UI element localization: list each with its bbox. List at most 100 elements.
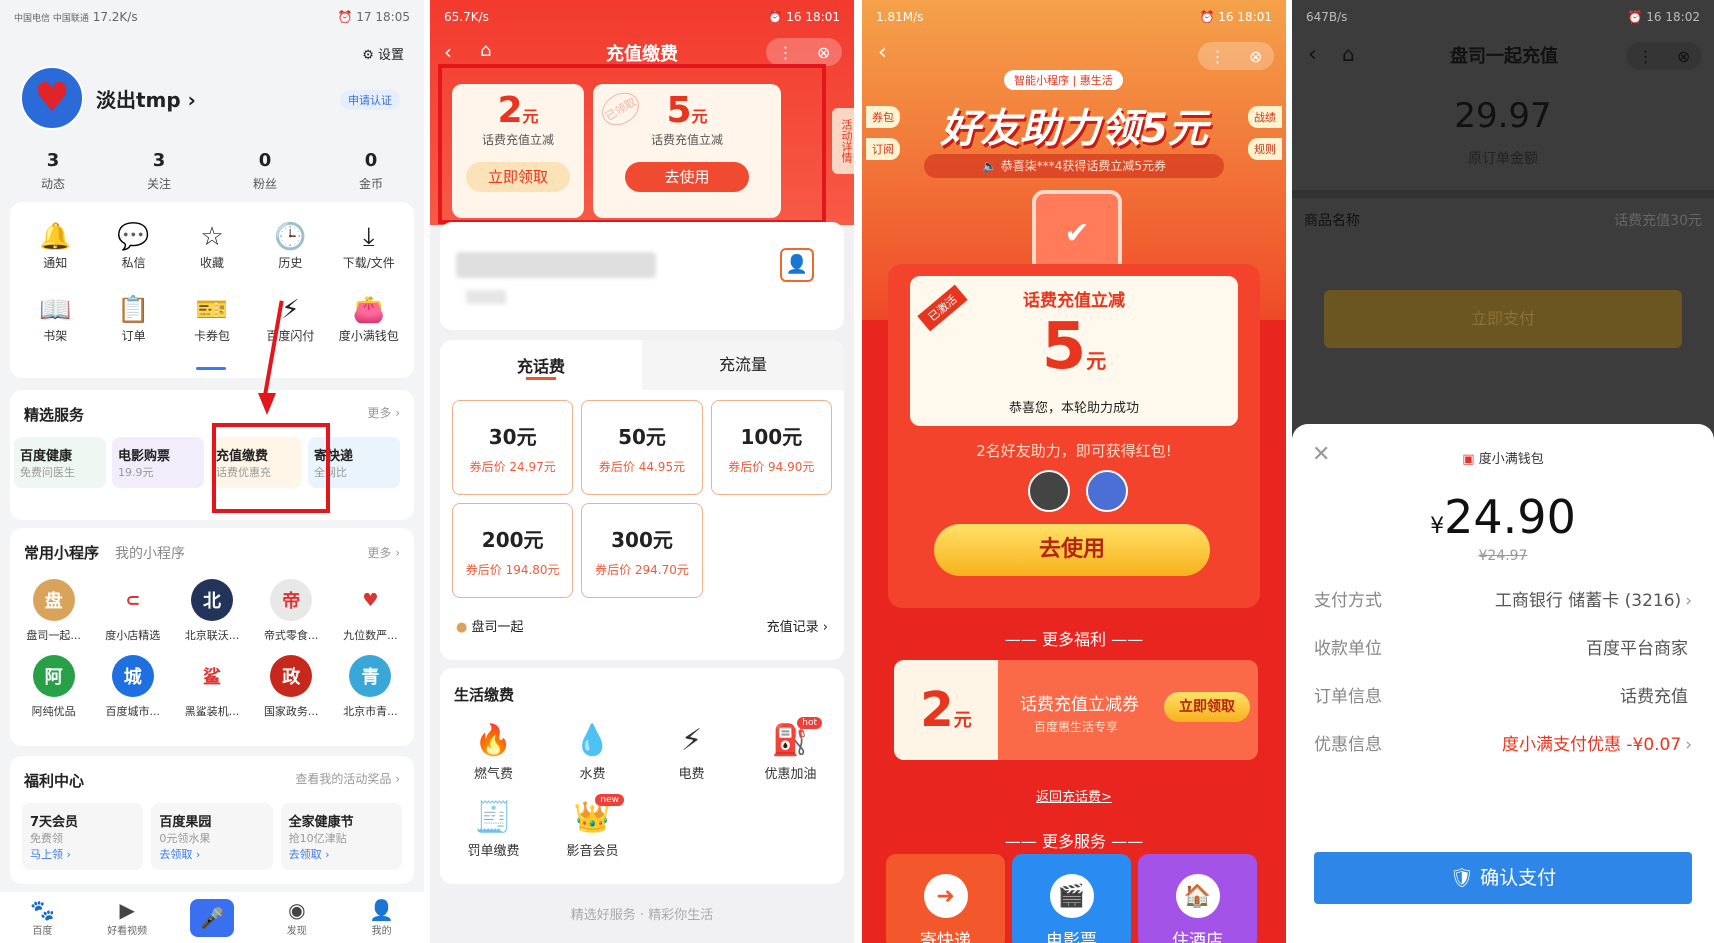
more-icon[interactable]: ⋮ (1638, 47, 1654, 66)
recharge-record-link[interactable]: 充值记录 › (767, 616, 828, 635)
life-service[interactable]: ⚡ 电费 (642, 723, 741, 782)
close-icon[interactable]: ⊗ (817, 43, 830, 62)
welfare-item-action[interactable]: 去领取 › (159, 848, 200, 861)
contacts-icon[interactable]: 👤 (780, 248, 814, 282)
welfare-item-action[interactable]: 马上领 › (30, 848, 71, 861)
life-service-label: 电费 (678, 767, 705, 782)
welfare-item[interactable]: 全家健康节 抢10亿津贴 去领取 › (280, 803, 402, 870)
stat-1[interactable]: 3 关注 (106, 150, 212, 192)
more-icon[interactable]: ⋮ (778, 43, 794, 62)
welfare-item[interactable]: 百度果园 0元领水果 去领取 › (151, 803, 273, 870)
mini-program[interactable]: 鲨黑鲨装机... (172, 655, 251, 719)
tab-4[interactable]: 👤 我的 (339, 898, 424, 937)
shortcut-item[interactable]: ☆ 收藏 (173, 220, 251, 271)
mini-tab-mine[interactable]: 我的小程序 (115, 543, 185, 563)
stat-3[interactable]: 0 金币 (318, 150, 424, 192)
stat-0[interactable]: 3 动态 (0, 150, 106, 192)
activity-detail-tab[interactable]: 活动详情 (832, 108, 854, 174)
close-icon[interactable]: ⊗ (1249, 47, 1262, 66)
amount-option[interactable]: 100元 券后价 94.90元 (710, 400, 832, 495)
verify-button[interactable]: 申请认证 (340, 90, 400, 110)
tag-subscribe[interactable]: 订阅 (866, 138, 900, 160)
amount-price: 券后价 24.97元 (469, 460, 556, 474)
tab-data-fee[interactable]: 充流量 (642, 340, 844, 390)
welfare-item-action[interactable]: 去领取 › (289, 848, 330, 861)
shortcut-item[interactable]: 📋 订单 (94, 293, 172, 344)
tab-1[interactable]: ▶ 好看视频 (85, 898, 170, 937)
close-icon[interactable]: ⊗ (1677, 47, 1690, 66)
avatar[interactable]: ♥ (20, 66, 84, 130)
mini-more-link[interactable]: 更多 › (367, 544, 400, 561)
mini-program[interactable]: 青北京市青... (331, 655, 410, 719)
back-to-recharge-link[interactable]: 返回充话费> (862, 786, 1286, 805)
mini-program[interactable]: 政国家政务... (252, 655, 331, 719)
service-tile[interactable]: ➜ 寄快递 (886, 854, 1005, 943)
confirm-pay-button[interactable]: 🛡 确认支付 (1314, 852, 1692, 904)
row-value-wrap: 话费充值 (1620, 682, 1692, 707)
home-icon[interactable]: ⌂ (480, 40, 491, 61)
mini-program[interactable]: 盘盘司一起... (14, 579, 93, 643)
amount-option[interactable]: 200元 券后价 194.80元 (452, 503, 574, 598)
life-service[interactable]: 👑 影音会员 new (543, 794, 642, 859)
welfare-more-link[interactable]: 查看我的活动奖品 › (295, 770, 400, 791)
phone-number-blurred[interactable] (456, 252, 656, 278)
featured-service[interactable]: 百度健康 免费问医生 (14, 437, 106, 488)
service-tile[interactable]: 🎬 电影票 (1012, 854, 1131, 943)
more-icon[interactable]: ⋮ (1210, 47, 1226, 66)
star-icon: ☆ (200, 222, 224, 252)
tab-0[interactable]: 🐾 百度 (0, 898, 85, 937)
back-icon[interactable]: ‹ (878, 40, 887, 65)
username[interactable]: 淡出tmp › (96, 84, 196, 113)
settings-button[interactable]: ⚙ 设置 (362, 44, 404, 63)
payment-row: 订单信息 话费充值 (1292, 670, 1714, 718)
tab-call-fee[interactable]: 充话费 (440, 353, 642, 380)
service-tile[interactable]: 🏠 住酒店 (1138, 854, 1257, 943)
mini-program[interactable]: ♥ 九位数严... (331, 579, 410, 643)
life-service-label: 优惠加油 (764, 767, 817, 782)
tag-record[interactable]: 战绩 (1248, 106, 1282, 128)
shortcut-item[interactable]: 📖 书架 (16, 293, 94, 344)
shortcut-item[interactable]: ⚡ 百度闪付 (251, 293, 329, 344)
use-button[interactable]: 去使用 (934, 524, 1210, 576)
life-service[interactable]: ⛽ 优惠加油 hot (741, 717, 840, 782)
coupon-amount: 2 (497, 90, 523, 131)
mini-tab-common[interactable]: 常用小程序 (24, 542, 99, 563)
mini-program[interactable]: 阿阿纯优品 (14, 655, 93, 719)
pay-now-button[interactable]: 立即支付 (1324, 290, 1682, 348)
shortcut-item[interactable]: 💬 私信 (94, 220, 172, 271)
mini-program[interactable]: ⊂ 度小店精选 (93, 579, 172, 643)
mini-program[interactable]: 帝帝式零食... (252, 579, 331, 643)
shortcut-label: 通知 (43, 256, 68, 270)
use-button[interactable]: 去使用 (625, 162, 749, 192)
life-service[interactable]: 🔥 燃气费 (444, 723, 543, 782)
mini-program[interactable]: 北北京联沃... (172, 579, 251, 643)
tag-coupon[interactable]: 券包 (866, 106, 900, 128)
back-icon[interactable]: ‹ (444, 40, 452, 64)
tab-3[interactable]: ◉ 发现 (254, 898, 339, 937)
mini-program[interactable]: 城百度城市... (93, 655, 172, 719)
shortcut-item[interactable]: 🕒 历史 (251, 220, 329, 271)
featured-service[interactable]: 电影购票 19.9元 (112, 437, 204, 488)
shortcut-item[interactable]: 🎫 卡券包 (173, 293, 251, 344)
shortcut-label: 度小满钱包 (338, 329, 399, 343)
shortcut-item[interactable]: 🔔 通知 (16, 220, 94, 271)
amount-option[interactable]: 300元 券后价 294.70元 (581, 503, 703, 598)
shortcut-label: 卡券包 (193, 329, 230, 343)
battery-level: 16 (1646, 10, 1662, 24)
welfare-item[interactable]: 7天会员 免费领 马上领 › (22, 803, 144, 870)
amount-option[interactable]: 50元 券后价 44.95元 (581, 400, 703, 495)
shortcut-item[interactable]: 👛 度小满钱包 (330, 293, 408, 344)
payment-row[interactable]: 优惠信息 度小满支付优惠 -¥0.07 › (1292, 718, 1714, 766)
stat-2[interactable]: 0 粉丝 (212, 150, 318, 192)
tag-rules[interactable]: 规则 (1248, 138, 1282, 160)
tab-2[interactable]: 🎤 (170, 898, 255, 937)
claim-button[interactable]: 立即领取 (466, 162, 570, 192)
shortcut-item[interactable]: ⤓ 下载/文件 (330, 220, 408, 271)
claim-coupon-button[interactable]: 立即领取 (1164, 692, 1250, 722)
payment-row[interactable]: 支付方式 工商银行 储蓄卡 (3216) › (1292, 574, 1714, 622)
featured-more-link[interactable]: 更多 › (367, 404, 400, 425)
life-service[interactable]: 🧾 罚单缴费 (444, 800, 543, 859)
user-icon: 👤 (369, 898, 395, 922)
life-service[interactable]: 💧 水费 (543, 723, 642, 782)
amount-option[interactable]: 30元 券后价 24.97元 (452, 400, 574, 495)
